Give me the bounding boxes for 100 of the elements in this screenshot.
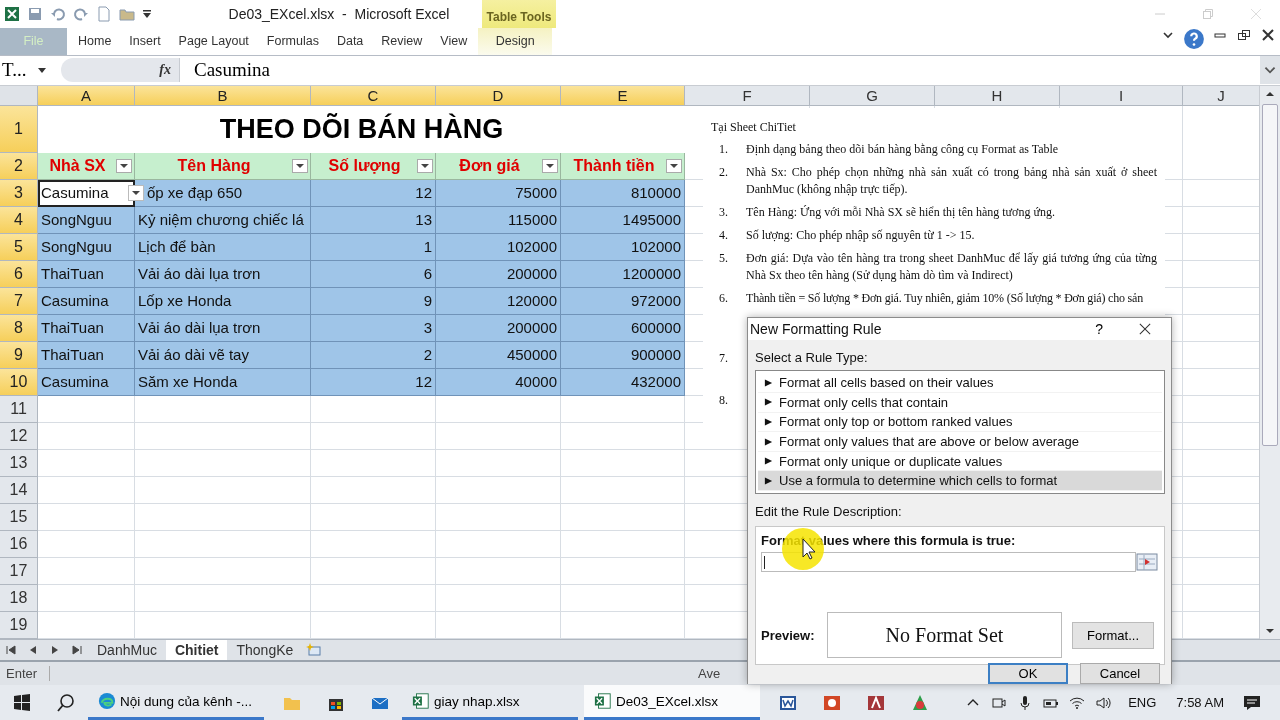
- table-cell[interactable]: ThaiTuan: [38, 260, 135, 288]
- cancel-button[interactable]: Cancel: [1080, 663, 1160, 684]
- table-cell[interactable]: Vải áo dài lụa trơn: [135, 260, 311, 288]
- column-header[interactable]: D: [436, 85, 561, 106]
- customize-icon[interactable]: [142, 9, 152, 19]
- last-sheet-icon[interactable]: [71, 643, 83, 656]
- row-header[interactable]: 10: [0, 368, 38, 396]
- row-header[interactable]: 9: [0, 341, 38, 369]
- row-header[interactable]: 7: [0, 287, 38, 315]
- table-cell[interactable]: 810000: [561, 179, 685, 207]
- table-cell[interactable]: 1: [311, 233, 436, 261]
- table-cell[interactable]: 200000: [436, 260, 561, 288]
- row-header[interactable]: 4: [0, 206, 38, 234]
- rule-type-item[interactable]: Format all cells based on their values: [758, 373, 1162, 394]
- rule-type-item[interactable]: Format only top or bottom ranked values: [758, 412, 1162, 433]
- ribbon-tab[interactable]: Data: [327, 28, 373, 55]
- row-header[interactable]: 8: [0, 314, 38, 342]
- column-header[interactable]: A: [38, 85, 135, 106]
- table-cell[interactable]: Lịch để bàn: [135, 233, 311, 261]
- ok-button[interactable]: OK: [988, 663, 1068, 684]
- filter-button[interactable]: [292, 158, 308, 173]
- table-cell[interactable]: 3: [311, 314, 436, 342]
- table-cell[interactable]: 6: [311, 260, 436, 288]
- ribbon-tab[interactable]: Formulas: [257, 28, 328, 55]
- table-cell[interactable]: 12: [311, 179, 436, 207]
- table-cell[interactable]: 102000: [561, 233, 685, 261]
- table-cell[interactable]: SongNguu: [38, 206, 135, 234]
- table-cell[interactable]: 13: [311, 206, 436, 234]
- row-header[interactable]: 13: [0, 449, 38, 477]
- table-cell[interactable]: Lốp xe Honda: [135, 287, 311, 315]
- row-header[interactable]: 1: [0, 105, 38, 153]
- row-header[interactable]: 18: [0, 584, 38, 612]
- insert-function-button[interactable]: fx: [159, 62, 171, 79]
- table-cell[interactable]: 600000: [561, 314, 685, 342]
- table-cell[interactable]: 40000: [436, 368, 561, 396]
- range-picker-icon[interactable]: [1136, 553, 1158, 571]
- expand-icon[interactable]: [1260, 56, 1280, 85]
- dropdown-button[interactable]: [128, 184, 144, 201]
- row-header[interactable]: 14: [0, 476, 38, 504]
- first-sheet-icon[interactable]: [5, 643, 17, 656]
- row-header[interactable]: 11: [0, 395, 38, 423]
- row-header[interactable]: 15: [0, 503, 38, 531]
- table-cell[interactable]: 102000: [436, 233, 561, 261]
- restore-icon[interactable]: [1237, 28, 1251, 42]
- help-icon[interactable]: [1183, 28, 1205, 50]
- table-cell[interactable]: Vải áo dài lụa trơn: [135, 314, 311, 342]
- taskbar-button[interactable]: giay nhap.xlsx: [402, 685, 578, 720]
- ribbon-tab[interactable]: Page Layout: [169, 28, 258, 55]
- row-header[interactable]: 19: [0, 611, 38, 639]
- sheet-tab[interactable]: DanhMuc: [88, 639, 166, 660]
- table-cell[interactable]: 1495000: [561, 206, 685, 234]
- save-icon[interactable]: [27, 6, 43, 22]
- taskbar-button[interactable]: Nội dung của kênh -...: [88, 685, 264, 720]
- undo-icon[interactable]: [50, 6, 66, 22]
- column-header[interactable]: J: [1183, 85, 1259, 106]
- row-header[interactable]: 17: [0, 557, 38, 585]
- table-cell[interactable]: 450000: [436, 341, 561, 369]
- row-header[interactable]: 2: [0, 152, 38, 180]
- table-cell[interactable]: 432000: [561, 368, 685, 396]
- speaker-icon[interactable]: [1095, 694, 1112, 711]
- table-cell[interactable]: 972000: [561, 287, 685, 315]
- table-cell[interactable]: 200000: [436, 314, 561, 342]
- table-cell[interactable]: 120000: [436, 287, 561, 315]
- rule-type-item[interactable]: Format only values that are above or below average: [758, 432, 1162, 452]
- table-cell[interactable]: 9: [311, 287, 436, 315]
- start-icon[interactable]: [12, 692, 32, 713]
- ribbon-tab[interactable]: View: [431, 28, 477, 55]
- row-header[interactable]: 5: [0, 233, 38, 261]
- sheet-tab[interactable]: Chitiet: [165, 639, 228, 660]
- column-header[interactable]: E: [561, 85, 685, 106]
- table-cell[interactable]: Vải áo dài vẽ tay: [135, 341, 311, 369]
- name-box[interactable]: T...: [0, 59, 37, 82]
- column-header[interactable]: F: [685, 85, 810, 106]
- ribbon-tab[interactable]: Home: [69, 28, 121, 55]
- table-cell[interactable]: Casumina: [38, 368, 135, 396]
- taskbar-button[interactable]: De03_EXcel.xlsx: [584, 685, 760, 720]
- search-icon[interactable]: [56, 692, 76, 713]
- close-icon[interactable]: [1261, 28, 1275, 42]
- table-cell[interactable]: Casumina: [38, 287, 135, 315]
- filter-button[interactable]: [666, 158, 682, 173]
- column-header[interactable]: G: [810, 85, 935, 106]
- excel-logo-icon[interactable]: [4, 6, 20, 22]
- row-header[interactable]: 3: [0, 179, 38, 207]
- table-cell[interactable]: ThaiTuan: [38, 341, 135, 369]
- table-cell[interactable]: 12: [311, 368, 436, 396]
- column-header[interactable]: C: [311, 85, 436, 106]
- sheet-tab[interactable]: ThongKe: [227, 639, 303, 660]
- row-header[interactable]: 16: [0, 530, 38, 558]
- table-cell[interactable]: Kỷ niệm chương chiếc lá: [135, 206, 311, 234]
- column-header[interactable]: H: [935, 85, 1060, 106]
- formula-field[interactable]: Casumina: [180, 59, 1260, 82]
- table-cell[interactable]: 115000: [436, 206, 561, 234]
- close-icon[interactable]: [1139, 323, 1151, 336]
- filter-button[interactable]: [542, 158, 558, 173]
- redo-icon[interactable]: [73, 6, 89, 22]
- help-button[interactable]: ?: [1089, 320, 1109, 339]
- table-cell[interactable]: SongNguu: [38, 233, 135, 261]
- rule-type-item[interactable]: Format only cells that contain: [758, 393, 1162, 413]
- table-cell[interactable]: 1200000: [561, 260, 685, 288]
- format-button[interactable]: Format...: [1072, 621, 1154, 649]
